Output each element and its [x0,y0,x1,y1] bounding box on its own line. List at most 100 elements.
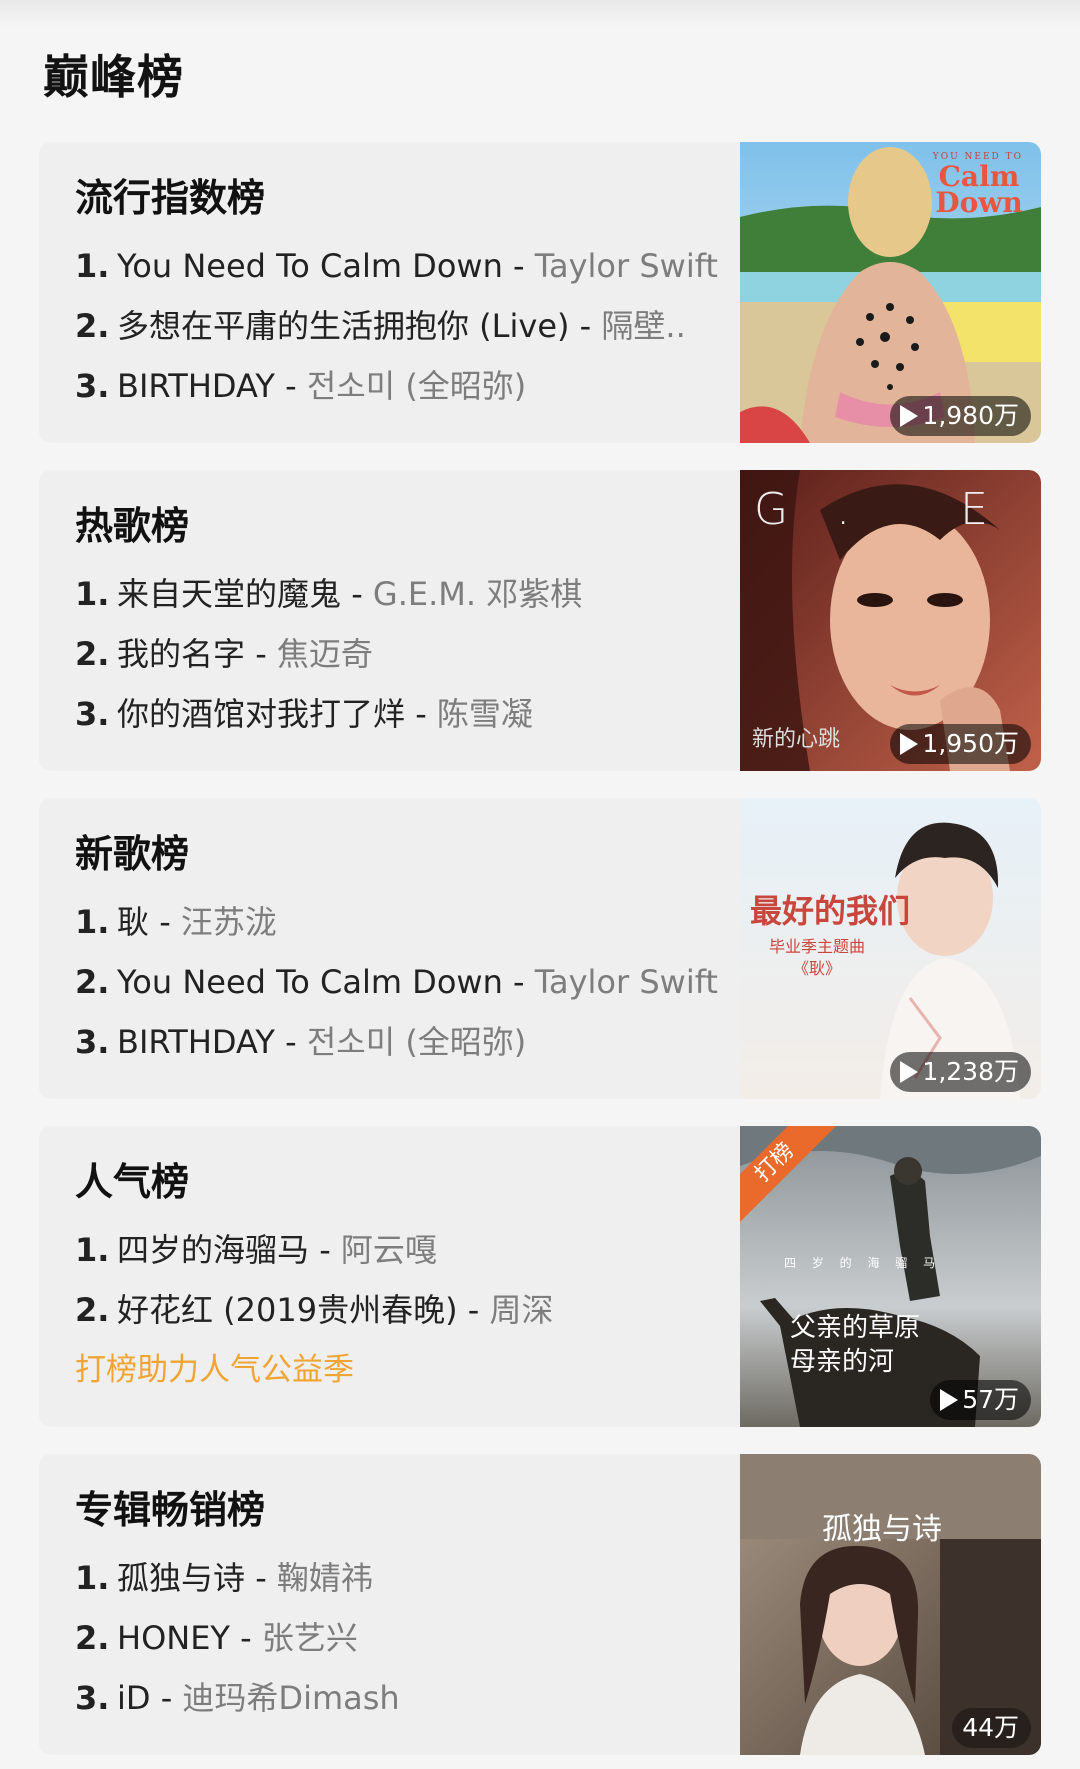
chart-title: 流行指数榜 [75,176,266,220]
cover-caption: 新的心跳 [752,727,841,752]
song-row[interactable]: 3. iD - 迪玛希Dimash [75,1674,735,1722]
song-artist: 张艺兴 [261,1619,358,1657]
song-row[interactable]: 1. 来自天堂的魔鬼 - G.E.M. 邓紫棋 [75,570,735,618]
play-count: 57万 [962,1385,1019,1414]
song-name: 我的名字 [117,635,246,673]
song-separator: - [149,903,181,941]
song-separator: - [457,1291,490,1329]
chart-title: 专辑畅销榜 [75,1488,266,1532]
chart-title: 新歌榜 [75,832,190,876]
calm-down-cover-icon[interactable]: YOU NEED TO Calm Down 1,980万 [740,142,1041,443]
play-icon [900,405,919,427]
song-rank: 1. [75,903,110,941]
song-artist: Taylor Swift [534,963,718,1001]
song-separator: - [502,247,535,285]
chart-card-popularity[interactable]: 人气榜 1. 四岁的海骝马 - 阿云嘎 2. 好花红 (2019贵州春晚) - 周深… [39,1126,1041,1427]
loneliness-poetry-cover-icon[interactable]: 孤独与诗 44万 [740,1454,1041,1755]
play-count-badge: 44万 [952,1708,1031,1748]
song-name: You Need To Calm Down [117,963,503,1001]
song-row[interactable]: 1. 四岁的海骝马 - 阿云嘎 [75,1226,735,1274]
song-name: HONEY [117,1619,230,1657]
song-row[interactable]: 3. BIRTHDAY - 전소미 (全昭弥) [75,362,735,410]
song-rank: 3. [75,1023,110,1061]
song-artist: 隔壁.. [601,307,686,345]
cover-title: G. E. M. [754,484,1041,535]
song-row[interactable]: 3. BIRTHDAY - 전소미 (全昭弥) [75,1018,735,1066]
cover-caption: 四 岁 的 海 骝 马 [784,1256,942,1270]
song-name: 你的酒馆对我打了烊 [117,695,406,733]
song-rank: 2. [75,1291,110,1329]
chart-card-body[interactable]: 专辑畅销榜 1. 孤独与诗 - 鞠婧祎 2. HONEY - 张艺兴 3. iD - … [39,1454,739,1755]
song-name: 耿 [117,903,150,941]
cover-title: 最好的我们 [750,892,911,930]
song-rank: 3. [75,695,110,733]
chart-card-hot[interactable]: 热歌榜 1. 来自天堂的魔鬼 - G.E.M. 邓紫棋 2. 我的名字 - 焦迈奇 … [39,470,1041,771]
song-artist: 周深 [489,1291,554,1329]
song-artist: G.E.M. 邓紫棋 [372,575,583,613]
song-name: 好花红 (2019贵州春晚) [117,1291,458,1329]
geng-cover-icon[interactable]: 最好的我们 毕业季主题曲 《耿》 1,238万 [740,798,1041,1099]
song-rank: 1. [75,575,110,613]
cover-title: Calm Down [935,160,1023,219]
song-row[interactable]: 1. You Need To Calm Down - Taylor Swift [75,242,735,290]
song-rank: 2. [75,307,110,345]
song-name: BIRTHDAY [117,367,275,405]
chart-card-pop-index[interactable]: 流行指数榜 1. You Need To Calm Down - Taylor S… [39,142,1041,443]
cover-title: 孤独与诗 [822,1512,942,1547]
top-fade [0,0,1080,28]
play-count-badge: 1,238万 [890,1052,1031,1092]
song-artist: Taylor Swift [534,247,718,285]
gem-cover-icon[interactable]: G. E. M. 新的心跳 1,950万 [740,470,1041,771]
page-title: 巅峰榜 [43,50,184,104]
song-name: 四岁的海骝马 [117,1231,310,1269]
song-separator: - [502,963,535,1001]
song-name: 多想在平庸的生活拥抱你 (Live) [117,307,570,345]
song-separator: - [309,1231,341,1269]
song-row[interactable]: 2. HONEY - 张艺兴 [75,1614,735,1662]
song-name: 孤独与诗 [117,1559,246,1597]
play-count-badge: 1,980万 [890,396,1031,436]
song-rank: 1. [75,1559,110,1597]
song-rank: 2. [75,1619,110,1657]
song-row[interactable]: 2. 多想在平庸的生活拥抱你 (Live) - 隔壁.. [75,302,735,350]
song-artist: 陈雪凝 [436,695,533,733]
song-separator: - [245,635,277,673]
chart-card-body[interactable]: 新歌榜 1. 耿 - 汪苏泷 2. You Need To Calm Down - … [39,798,739,1099]
song-rank: 2. [75,963,110,1001]
chart-card-body[interactable]: 热歌榜 1. 来自天堂的魔鬼 - G.E.M. 邓紫棋 2. 我的名字 - 焦迈奇 … [39,470,739,771]
song-separator: - [405,695,437,733]
song-artist: 전소미 (全昭弥) [306,367,527,405]
song-rank: 3. [75,1679,110,1717]
play-icon [900,1061,919,1083]
song-row[interactable]: 2. 好花红 (2019贵州春晚) - 周深 [75,1286,735,1334]
song-separator: - [274,367,307,405]
cover-caption: 毕业季主题曲 《耿》 [768,937,865,978]
song-separator: - [274,1023,307,1061]
chart-title: 人气榜 [75,1160,190,1204]
play-count-badge: 57万 [930,1380,1031,1420]
song-separator: - [229,1619,262,1657]
cover-title: 父亲的草原 母亲的河 [790,1313,921,1377]
chart-card-body[interactable]: 人气榜 1. 四岁的海骝马 - 阿云嘎 2. 好花红 (2019贵州春晚) - 周深… [39,1126,739,1427]
chart-card-new[interactable]: 新歌榜 1. 耿 - 汪苏泷 2. You Need To Calm Down - … [39,798,1041,1099]
song-artist: 迪玛希Dimash [182,1679,400,1717]
song-rank: 1. [75,247,110,285]
song-rank: 2. [75,635,110,673]
song-row[interactable]: 2. You Need To Calm Down - Taylor Swift [75,958,735,1006]
song-separator: - [245,1559,277,1597]
song-row[interactable]: 3. 你的酒馆对我打了烊 - 陈雪凝 [75,690,735,738]
song-name: BIRTHDAY [117,1023,275,1061]
song-row[interactable]: 2. 我的名字 - 焦迈奇 [75,630,735,678]
promo-link[interactable]: 打榜助力人气公益季 [75,1346,354,1394]
play-count: 1,238万 [922,1057,1019,1086]
chart-card-body[interactable]: 流行指数榜 1. You Need To Calm Down - Taylor S… [39,142,739,443]
play-count: 1,980万 [922,401,1019,430]
song-separator: - [150,1679,183,1717]
song-row[interactable]: 1. 孤独与诗 - 鞠婧祎 [75,1554,735,1602]
horse-cover-icon[interactable]: 打榜 四 岁 的 海 骝 马 父亲的草原 母亲的河 57万 [740,1126,1041,1427]
chart-card-album-sales[interactable]: 专辑畅销榜 1. 孤独与诗 - 鞠婧祎 2. HONEY - 张艺兴 3. iD - … [39,1454,1041,1755]
play-icon [900,733,919,755]
song-artist: 鞠婧祎 [276,1559,373,1597]
song-row[interactable]: 1. 耿 - 汪苏泷 [75,898,735,946]
song-name: 来自天堂的魔鬼 [117,575,342,613]
